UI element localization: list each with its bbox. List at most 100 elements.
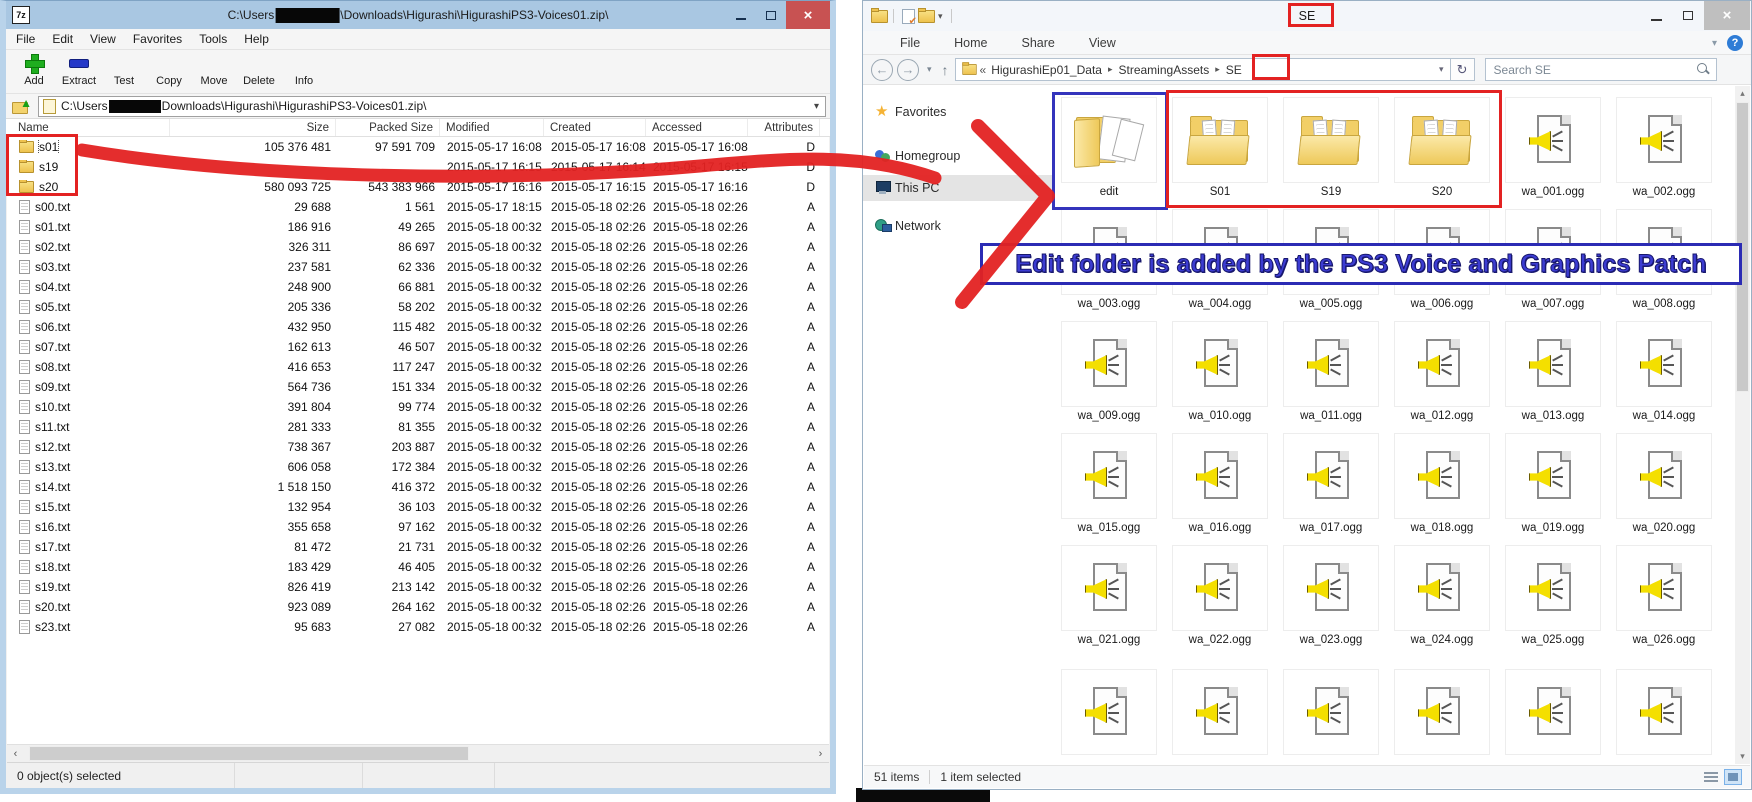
nav-item-homegroup[interactable]: Homegroup	[863, 143, 1053, 169]
file-tile[interactable]: wa_025.ogg	[1505, 545, 1601, 657]
scrollbar-thumb[interactable]	[1736, 102, 1749, 392]
toolbar-button[interactable]: Move	[192, 52, 236, 87]
file-tile[interactable]	[1061, 669, 1157, 755]
table-row[interactable]: s12.txt 738 367 203 887 2015-05-18 00:32…	[7, 437, 829, 457]
breadcrumb-item[interactable]: StreamingAssets	[1119, 63, 1210, 77]
table-row[interactable]: s01 105 376 481 97 591 709 2015-05-17 16…	[7, 137, 829, 157]
file-tile[interactable]: wa_016.ogg	[1172, 433, 1268, 545]
maximize-button[interactable]	[1672, 1, 1704, 30]
minimize-button[interactable]	[1640, 1, 1672, 30]
table-row[interactable]: s04.txt 248 900 66 881 2015-05-18 00:32 …	[7, 277, 829, 297]
ribbon-tab[interactable]: Home	[937, 31, 1004, 54]
file-tile[interactable]: wa_004.ogg	[1172, 209, 1268, 321]
toolbar-button[interactable]: Extract	[57, 52, 101, 87]
table-row[interactable]: s02.txt 326 311 86 697 2015-05-18 00:32 …	[7, 237, 829, 257]
file-tile[interactable]: wa_019.ogg	[1505, 433, 1601, 545]
nav-item-network[interactable]: Network	[863, 213, 1053, 239]
file-tile[interactable]: wa_017.ogg	[1283, 433, 1379, 545]
breadcrumb-item[interactable]: HigurashiEp01_Data	[991, 63, 1102, 77]
toolbar-button[interactable]: Copy	[147, 52, 191, 87]
file-tile[interactable]: wa_001.ogg	[1505, 97, 1601, 209]
file-tile[interactable]: wa_018.ogg	[1394, 433, 1490, 545]
file-tile[interactable]	[1616, 669, 1712, 755]
table-row[interactable]: s19 2015-05-17 16:15 2015-05-17 16:14 20…	[7, 157, 829, 177]
table-row[interactable]: s05.txt 205 336 58 202 2015-05-18 00:32 …	[7, 297, 829, 317]
table-row[interactable]: s03.txt 237 581 62 336 2015-05-18 00:32 …	[7, 257, 829, 277]
column-header-modified[interactable]: Modified	[440, 119, 544, 136]
file-tile[interactable]: wa_007.ogg	[1505, 209, 1601, 321]
scroll-right-icon[interactable]: ›	[812, 745, 829, 762]
table-row[interactable]: s17.txt 81 472 21 731 2015-05-18 00:32 2…	[7, 537, 829, 557]
file-tile[interactable]: S19	[1283, 97, 1379, 209]
refresh-button[interactable]: ↻	[1451, 58, 1475, 81]
file-tile[interactable]: wa_021.ogg	[1061, 545, 1157, 657]
file-tile[interactable]: wa_023.ogg	[1283, 545, 1379, 657]
address-bar[interactable]: « HigurashiEp01_Data ▸ StreamingAssets ▸…	[955, 58, 1451, 81]
nav-item-this-pc[interactable]: This PC	[863, 175, 1053, 201]
forward-button[interactable]: →	[897, 59, 919, 81]
ribbon-tab[interactable]: View	[1072, 31, 1133, 54]
file-tile[interactable]	[1172, 669, 1268, 755]
menu-item[interactable]: View	[90, 32, 116, 46]
search-box[interactable]	[1485, 58, 1717, 81]
file-tile[interactable]: wa_026.ogg	[1616, 545, 1712, 657]
file-tile[interactable]: wa_005.ogg	[1283, 209, 1379, 321]
chevron-down-icon[interactable]: ▾	[810, 101, 823, 112]
menu-item[interactable]: Help	[244, 32, 269, 46]
minimize-button[interactable]	[726, 1, 756, 29]
up-arrow-icon[interactable]: ↑	[942, 62, 949, 78]
close-button[interactable]: ×	[1704, 1, 1750, 30]
qat-customize-chevron-icon[interactable]: ▾	[938, 11, 943, 22]
ribbon-tab[interactable]: File	[883, 31, 937, 54]
file-tile[interactable]: wa_008.ogg	[1616, 209, 1712, 321]
qat-properties-icon[interactable]	[902, 9, 915, 24]
file-tile[interactable]: wa_013.ogg	[1505, 321, 1601, 433]
column-header-accessed[interactable]: Accessed	[646, 119, 748, 136]
table-row[interactable]: s19.txt 826 419 213 142 2015-05-18 00:32…	[7, 577, 829, 597]
column-header-packed-size[interactable]: Packed Size	[336, 119, 440, 136]
qat-new-folder-icon[interactable]	[918, 10, 935, 23]
help-icon[interactable]: ?	[1727, 35, 1743, 51]
file-tile[interactable]: wa_020.ogg	[1616, 433, 1712, 545]
back-button[interactable]: ←	[871, 59, 893, 81]
file-tile[interactable]: wa_022.ogg	[1172, 545, 1268, 657]
table-row[interactable]: s18.txt 183 429 46 405 2015-05-18 00:32 …	[7, 557, 829, 577]
file-tile[interactable]: wa_012.ogg	[1394, 321, 1490, 433]
maximize-button[interactable]	[756, 1, 786, 29]
file-tile[interactable]: wa_024.ogg	[1394, 545, 1490, 657]
toolbar-button[interactable]: Info	[282, 52, 326, 87]
address-combobox[interactable]: C:\UsersDownloads\Higurashi\HigurashiPS3…	[38, 96, 826, 117]
file-tile[interactable]: wa_002.ogg	[1616, 97, 1712, 209]
horizontal-scrollbar[interactable]: ‹ ›	[7, 744, 829, 761]
table-row[interactable]: s16.txt 355 658 97 162 2015-05-18 00:32 …	[7, 517, 829, 537]
scrollbar-thumb[interactable]	[29, 746, 469, 761]
file-tile[interactable]: wa_011.ogg	[1283, 321, 1379, 433]
menu-item[interactable]: Tools	[199, 32, 227, 46]
table-row[interactable]: s15.txt 132 954 36 103 2015-05-18 00:32 …	[7, 497, 829, 517]
toolbar-button[interactable]: Test	[102, 52, 146, 87]
file-tile[interactable]	[1283, 669, 1379, 755]
table-row[interactable]: s00.txt 29 688 1 561 2015-05-17 18:15 20…	[7, 197, 829, 217]
toolbar-button[interactable]: Add	[12, 52, 56, 87]
search-input[interactable]	[1492, 62, 1697, 78]
file-tile[interactable]: wa_003.ogg	[1061, 209, 1157, 321]
menu-item[interactable]: File	[16, 32, 35, 46]
details-view-button[interactable]	[1702, 769, 1720, 785]
column-header-created[interactable]: Created	[544, 119, 646, 136]
table-row[interactable]: s14.txt 1 518 150 416 372 2015-05-18 00:…	[7, 477, 829, 497]
menu-item[interactable]: Edit	[52, 32, 73, 46]
address-dropdown-chevron-icon[interactable]: ▾	[1435, 64, 1448, 75]
table-row[interactable]: s07.txt 162 613 46 507 2015-05-18 00:32 …	[7, 337, 829, 357]
table-row[interactable]: s10.txt 391 804 99 774 2015-05-18 00:32 …	[7, 397, 829, 417]
file-tile[interactable]	[1505, 669, 1601, 755]
file-tile[interactable]: wa_015.ogg	[1061, 433, 1157, 545]
history-chevron-icon[interactable]: ▾	[927, 64, 932, 75]
ribbon-collapse-chevron-icon[interactable]: ▾	[1712, 38, 1717, 49]
scroll-down-icon[interactable]: ▾	[1735, 749, 1750, 764]
scroll-up-icon[interactable]: ▴	[1735, 86, 1750, 101]
table-row[interactable]: s20.txt 923 089 264 162 2015-05-18 00:32…	[7, 597, 829, 617]
breadcrumb-item-current[interactable]: SE	[1226, 63, 1242, 77]
column-header-attributes[interactable]: Attributes	[748, 119, 820, 136]
file-tile[interactable]: S01	[1172, 97, 1268, 209]
table-row[interactable]: s01.txt 186 916 49 265 2015-05-18 00:32 …	[7, 217, 829, 237]
